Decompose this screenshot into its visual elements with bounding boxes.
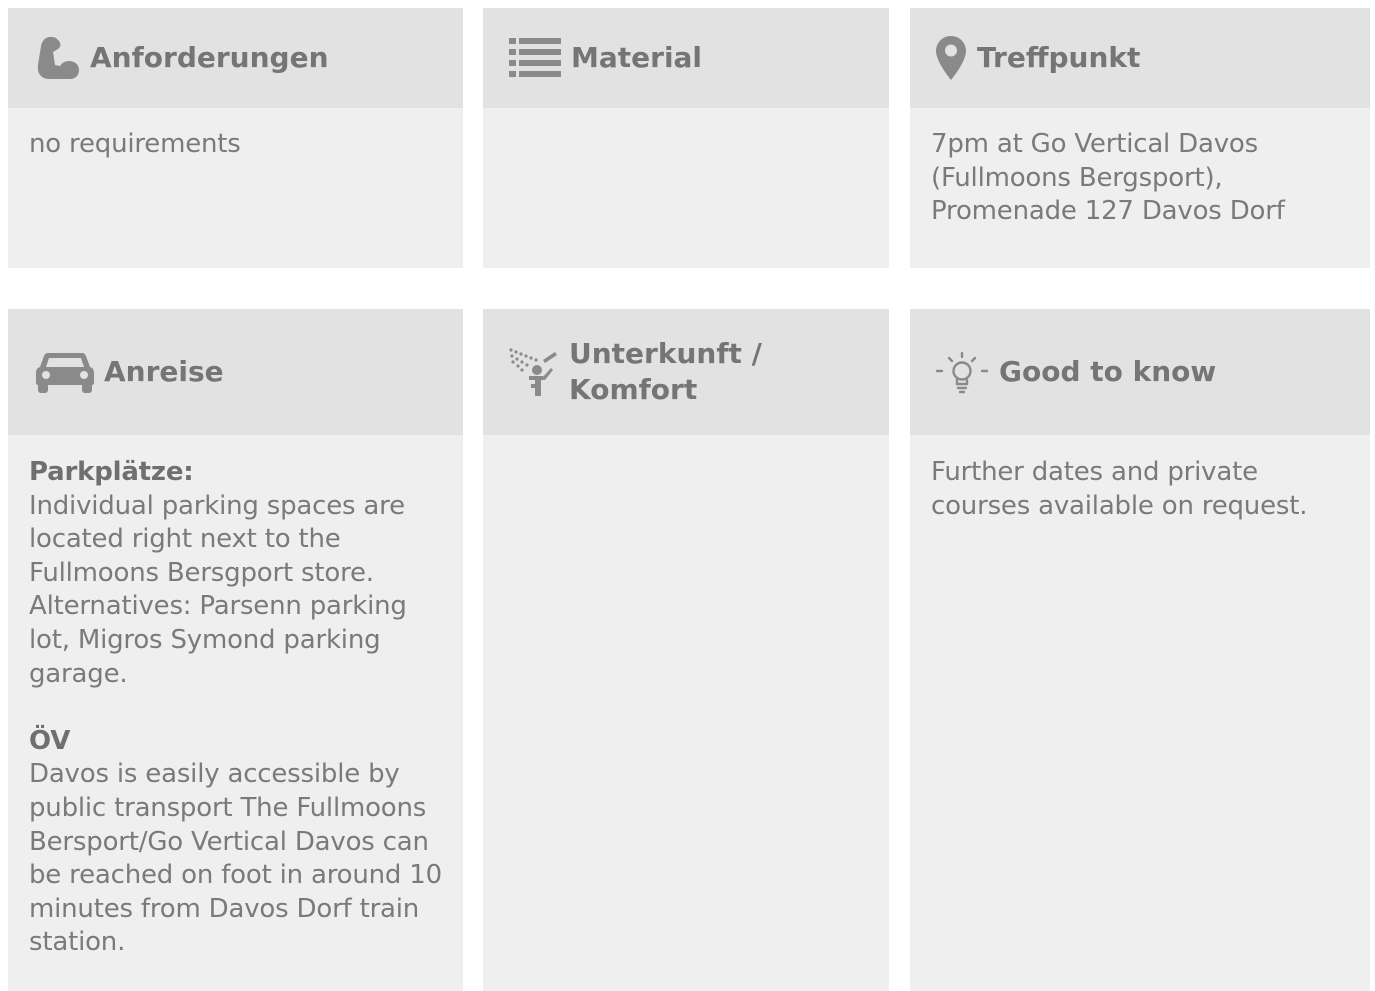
accommodation-title-line1: Unterkunft / <box>569 337 762 370</box>
good-to-know-line: courses available on request. <box>931 490 1308 521</box>
material-card: Material <box>483 8 889 268</box>
requirements-header: Anforderungen <box>8 8 463 108</box>
lightbulb-icon <box>935 350 989 394</box>
parking-line: Fullmoons Bersgport store. <box>29 557 374 588</box>
requirements-body: no requirements <box>8 108 463 162</box>
accommodation-body <box>483 435 889 456</box>
parking-line: located right next to the <box>29 524 341 555</box>
transport-heading: ÖV <box>29 725 71 756</box>
meeting-point-header: Treffpunkt <box>910 8 1370 108</box>
requirements-title: Anforderungen <box>90 41 329 74</box>
good-to-know-body: Further dates and private courses availa… <box>910 435 1370 523</box>
requirements-card: Anforderungen no requirements <box>8 8 463 268</box>
material-body <box>483 108 889 128</box>
good-to-know-title: Good to know <box>999 355 1217 388</box>
material-title: Material <box>571 41 703 74</box>
arrival-card: Anreise Parkplätze: Individual parking s… <box>8 309 463 991</box>
meeting-point-line: 7pm at Go Vertical Davos <box>931 129 1258 159</box>
meeting-point-body: 7pm at Go Vertical Davos (Fullmoons Berg… <box>910 108 1370 229</box>
shower-icon <box>507 346 559 398</box>
transport-line: Davos is easily accessible by <box>29 759 400 790</box>
parking-line: Alternatives: Parsenn parking <box>29 591 407 622</box>
good-to-know-header: Good to know <box>910 309 1370 435</box>
arrival-body: Parkplätze: Individual parking spaces ar… <box>8 435 463 960</box>
meeting-point-line: (Fullmoons Bergsport), <box>931 162 1223 193</box>
accommodation-header: Unterkunft / Komfort <box>483 309 889 435</box>
meeting-point-line: Promenade 127 Davos Dorf <box>931 196 1285 227</box>
accommodation-card: Unterkunft / Komfort <box>483 309 889 991</box>
arrival-header: Anreise <box>8 309 463 435</box>
parking-line: garage. <box>29 658 128 689</box>
parking-heading: Parkplätze: <box>29 457 194 487</box>
list-icon <box>509 37 561 79</box>
parking-line: lot, Migros Symond parking <box>29 624 381 655</box>
arrival-title: Anreise <box>104 355 224 388</box>
map-pin-icon <box>935 35 967 81</box>
accommodation-title-line2: Komfort <box>569 373 698 406</box>
good-to-know-line: Further dates and private <box>931 457 1258 487</box>
car-icon <box>36 349 94 395</box>
requirements-text: no requirements <box>29 129 241 159</box>
transport-line: minutes from Davos Dorf train <box>29 893 420 924</box>
good-to-know-card: Good to know Further dates and private c… <box>910 309 1370 991</box>
flexed-arm-icon <box>36 35 80 81</box>
transport-line: station. <box>29 927 126 958</box>
meeting-point-card: Treffpunkt 7pm at Go Vertical Davos (Ful… <box>910 8 1370 268</box>
material-header: Material <box>483 8 889 108</box>
meeting-point-title: Treffpunkt <box>977 41 1141 74</box>
transport-line: Bersport/Go Vertical Davos can <box>29 826 429 857</box>
accommodation-title: Unterkunft / Komfort <box>569 336 762 408</box>
transport-line: be reached on foot in around 10 <box>29 860 442 891</box>
transport-line: public transport The Fullmoons <box>29 792 427 823</box>
parking-line: Individual parking spaces are <box>29 490 405 521</box>
